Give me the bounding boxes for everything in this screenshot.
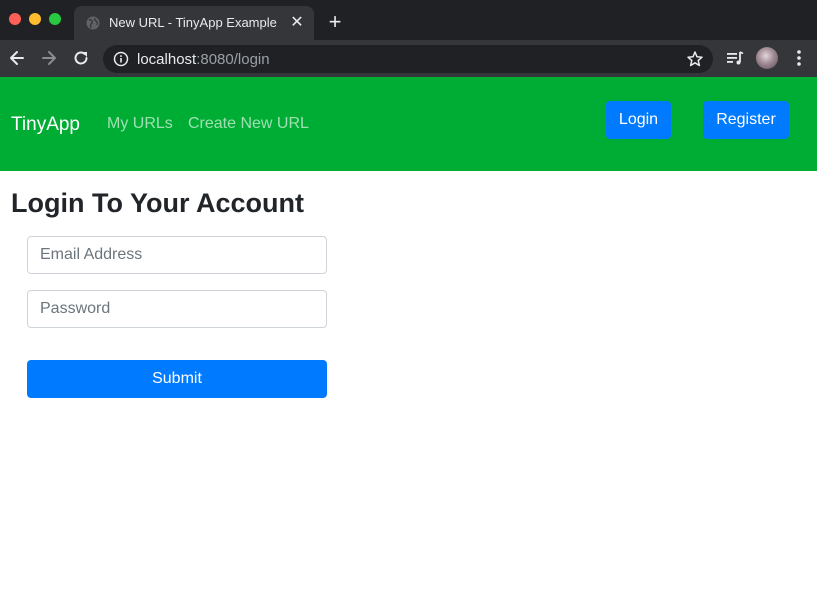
browser-tab[interactable]: New URL - TinyApp Example ✕ — [74, 6, 314, 40]
url-host: localhost — [137, 51, 197, 68]
window-maximize-button[interactable] — [49, 13, 61, 25]
address-url: localhost:8080/login — [137, 51, 270, 68]
email-field[interactable] — [27, 236, 327, 274]
tab-title: New URL - TinyApp Example — [109, 15, 277, 30]
app-navbar: TinyApp My URLs Create New URL Login Reg… — [0, 77, 817, 171]
reload-icon[interactable] — [71, 48, 91, 68]
nav-link-create-new-url[interactable]: Create New URL — [188, 115, 309, 133]
kebab-menu-icon[interactable] — [792, 48, 806, 68]
brand-link[interactable]: TinyApp — [11, 114, 80, 136]
globe-icon — [86, 16, 100, 30]
star-icon[interactable] — [686, 50, 704, 68]
window-minimize-button[interactable] — [29, 13, 41, 25]
back-arrow-icon[interactable] — [7, 48, 27, 68]
login-button[interactable]: Login — [606, 101, 671, 139]
url-path: :8080/login — [196, 51, 270, 68]
password-field[interactable] — [27, 290, 327, 328]
browser-titlebar: New URL - TinyApp Example ✕ + — [0, 0, 817, 40]
media-queue-icon[interactable] — [725, 48, 745, 68]
avatar[interactable] — [756, 47, 778, 69]
browser-toolbar: localhost:8080/login — [0, 40, 817, 77]
tab-close-icon[interactable]: ✕ — [288, 14, 306, 32]
window-close-button[interactable] — [9, 13, 21, 25]
page-title: Login To Your Account — [11, 188, 304, 218]
submit-button[interactable]: Submit — [27, 360, 327, 398]
nav-link-my-urls[interactable]: My URLs — [107, 115, 173, 133]
new-tab-button[interactable]: + — [324, 11, 346, 33]
forward-arrow-icon[interactable] — [39, 48, 59, 68]
register-button[interactable]: Register — [703, 101, 789, 139]
address-bar[interactable]: localhost:8080/login — [103, 45, 713, 73]
info-icon[interactable] — [113, 51, 129, 67]
